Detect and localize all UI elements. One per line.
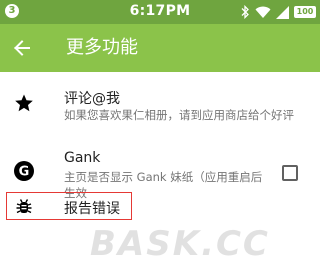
status-icons: 100 xyxy=(240,4,316,20)
bluetooth-icon xyxy=(240,5,250,19)
gank-checkbox[interactable] xyxy=(282,165,298,181)
back-button[interactable] xyxy=(8,34,36,62)
wifi-icon xyxy=(255,6,271,19)
list-item-gank[interactable]: G Gank 主页是否显示 Gank 妹纸（应用重启后 生效 xyxy=(0,142,320,200)
star-icon xyxy=(13,92,35,114)
signal-icon xyxy=(276,5,289,19)
status-bar: 3 6:17PM 100 xyxy=(0,0,320,24)
page-title: 更多功能 xyxy=(66,37,138,58)
app-toolbar: 更多功能 xyxy=(0,24,320,72)
list-item-rate[interactable]: 评论@我 如果您喜欢果仁相册，请到应用商店给个好评 xyxy=(0,80,320,134)
highlight-box xyxy=(6,192,132,220)
svg-text:G: G xyxy=(19,165,30,180)
watermark: BASK.CC xyxy=(90,224,270,264)
arrow-back-icon xyxy=(14,40,30,56)
item-subtitle: 如果您喜欢果仁相册，请到应用商店给个好评 xyxy=(64,108,294,122)
battery-icon: 100 xyxy=(294,6,316,18)
item-title: 评论@我 xyxy=(64,91,120,107)
gank-g-icon: G xyxy=(13,160,35,182)
item-title: Gank xyxy=(64,150,101,166)
item-subtitle-line1: 主页是否显示 Gank 妹纸（应用重启后 xyxy=(64,170,263,184)
